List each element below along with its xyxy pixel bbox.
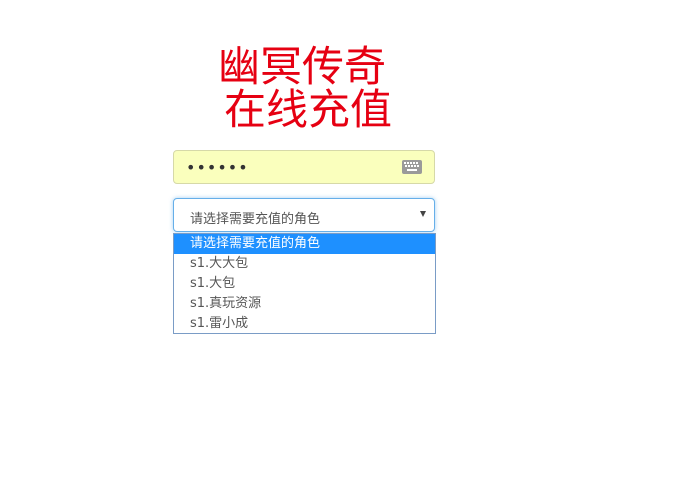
chevron-down-icon <box>420 211 426 217</box>
role-option[interactable]: 请选择需要充值的角色 <box>174 234 435 254</box>
keyboard-icon[interactable] <box>402 160 422 174</box>
recharge-page: 幽冥传奇 在线充值 请选择需要充值的角色 请选择需要充值的角色 s1.大大包 s… <box>0 0 689 504</box>
role-select[interactable]: 请选择需要充值的角色 <box>173 198 435 232</box>
role-option[interactable]: s1.真玩资源 <box>174 294 435 314</box>
role-select-value: 请选择需要充值的角色 <box>190 212 321 227</box>
role-option[interactable]: s1.雷小成 <box>174 314 435 334</box>
page-title-game: 幽冥传奇 <box>218 42 387 91</box>
role-option[interactable]: s1.大大包 <box>174 254 435 274</box>
role-select-dropdown: 请选择需要充值的角色 s1.大大包 s1.大包 s1.真玩资源 s1.雷小成 <box>173 233 436 334</box>
password-input[interactable] <box>174 151 406 183</box>
role-option[interactable]: s1.大包 <box>174 274 435 294</box>
password-field-wrapper <box>173 150 435 184</box>
page-title-recharge: 在线充值 <box>224 85 393 134</box>
